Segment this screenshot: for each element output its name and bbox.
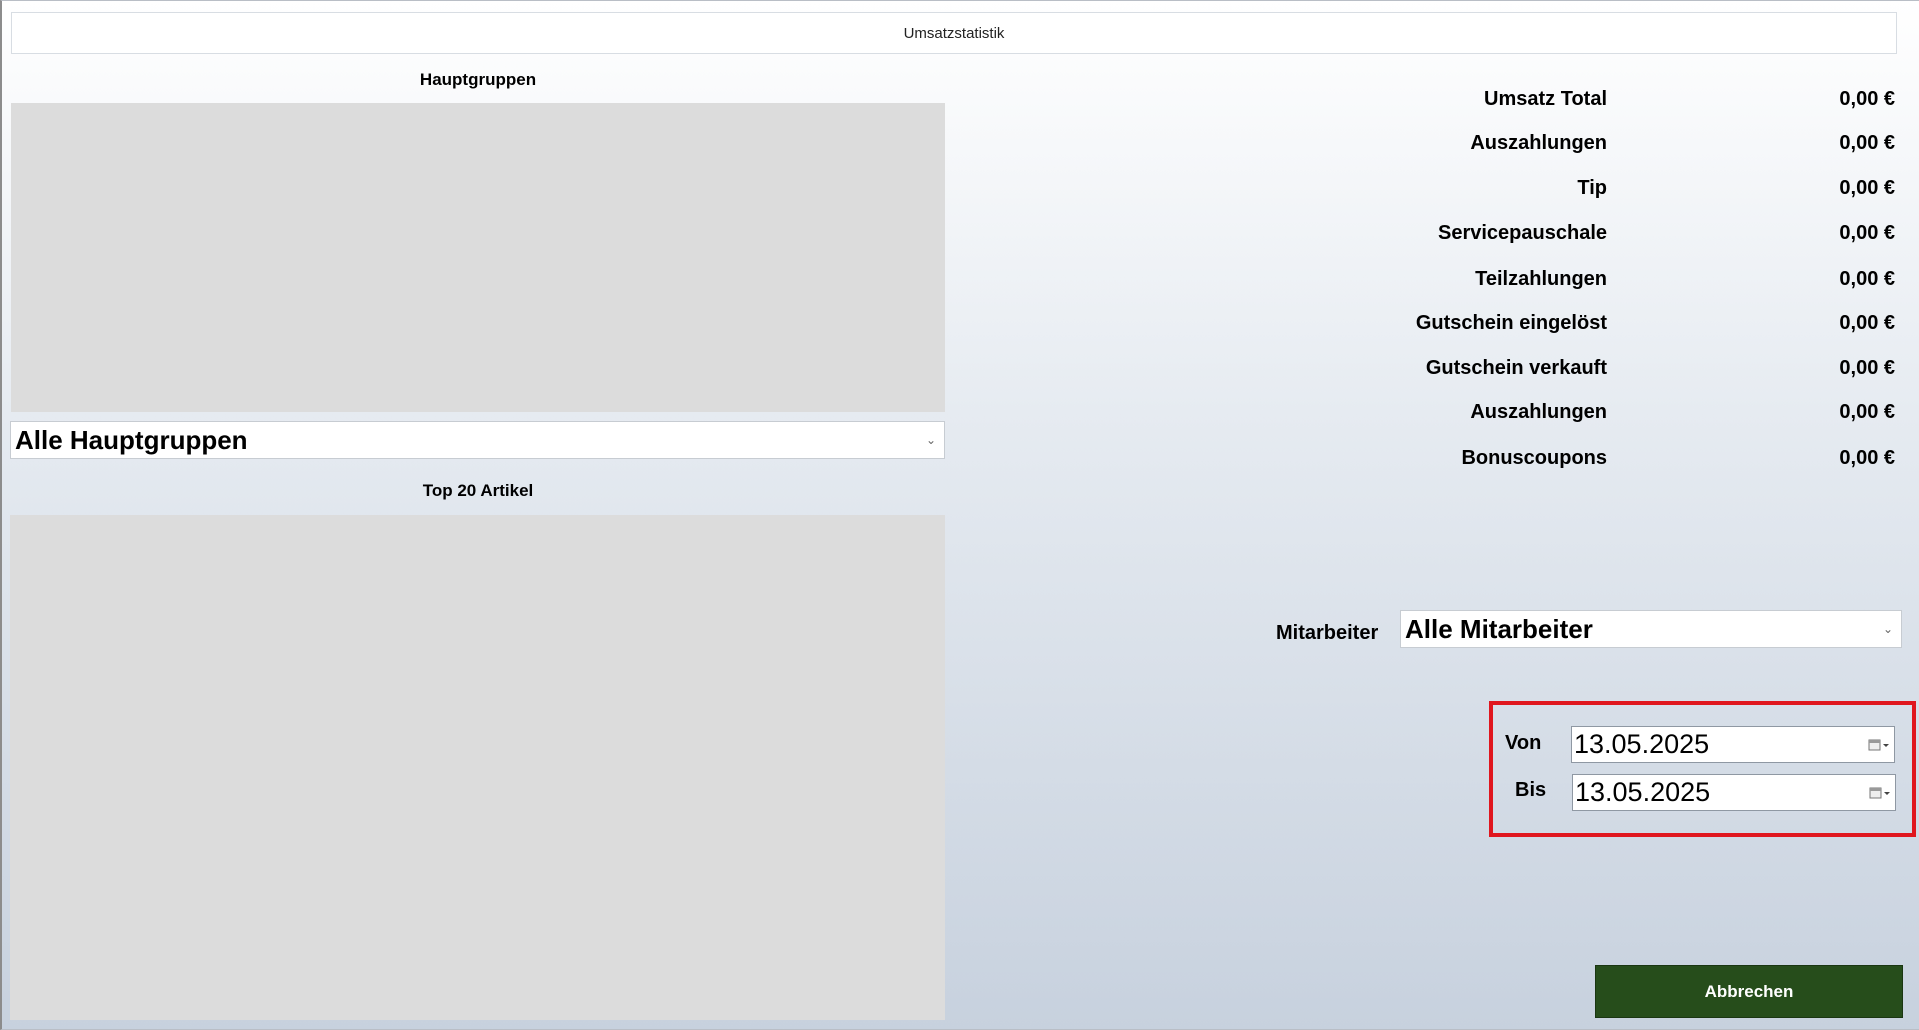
employee-select[interactable]: Alle Mitarbeiter ⌄ xyxy=(1400,610,1902,648)
hauptgruppen-heading: Hauptgruppen xyxy=(419,70,537,89)
hauptgruppen-select-value: Alle Hauptgruppen xyxy=(15,424,248,455)
chevron-down-icon: ⌄ xyxy=(925,433,937,447)
stat-label: Umsatz Total xyxy=(1484,87,1607,110)
stat-value: 0,00 € xyxy=(1839,400,1895,423)
stat-row-gutschein-verkauft: Gutschein verkauft 0,00 € xyxy=(1200,353,1895,383)
stat-value: 0,00 € xyxy=(1839,176,1895,199)
employee-select-value: Alle Mitarbeiter xyxy=(1405,613,1593,644)
stat-label: Servicepauschale xyxy=(1438,221,1607,244)
from-date-label: Von xyxy=(1505,732,1542,754)
top-articles-heading: Top 20 Artikel xyxy=(422,481,534,500)
stat-value: 0,00 € xyxy=(1839,267,1895,290)
stat-row-tip: Tip 0,00 € xyxy=(1200,173,1895,203)
window-title: Umsatzstatistik xyxy=(11,12,1897,54)
stat-value: 0,00 € xyxy=(1839,131,1895,154)
to-date-value: 13.05.2025 xyxy=(1575,777,1711,807)
stat-row-auszahlungen-2: Auszahlungen 0,00 € xyxy=(1200,397,1895,427)
stat-label: Tip xyxy=(1577,176,1607,199)
from-date-value: 13.05.2025 xyxy=(1574,729,1710,759)
stat-value: 0,00 € xyxy=(1839,87,1895,110)
stat-row-gutschein-eingeloest: Gutschein eingelöst 0,00 € xyxy=(1200,308,1895,338)
hauptgruppen-select[interactable]: Alle Hauptgruppen ⌄ xyxy=(10,421,945,459)
employee-label: Mitarbeiter xyxy=(1276,622,1379,644)
to-date-picker[interactable]: 13.05.2025 xyxy=(1572,774,1896,811)
stat-label: Gutschein eingelöst xyxy=(1415,311,1607,334)
stat-value: 0,00 € xyxy=(1839,446,1895,469)
stat-row-umsatz-total: Umsatz Total 0,00 € xyxy=(1200,84,1895,114)
stat-value: 0,00 € xyxy=(1839,311,1895,334)
stat-label: Gutschein verkauft xyxy=(1425,356,1607,379)
stat-label: Bonuscoupons xyxy=(1461,446,1607,469)
from-date-picker[interactable]: 13.05.2025 xyxy=(1571,726,1895,763)
stat-value: 0,00 € xyxy=(1839,356,1895,379)
hauptgruppen-chart xyxy=(11,103,945,412)
stat-label: Auszahlungen xyxy=(1470,131,1607,154)
stat-row-bonuscoupons: Bonuscoupons 0,00 € xyxy=(1200,443,1895,473)
top-articles-chart xyxy=(10,515,945,1020)
calendar-icon[interactable] xyxy=(1868,736,1890,754)
stat-label: Teilzahlungen xyxy=(1475,267,1607,290)
cancel-button[interactable]: Abbrechen xyxy=(1595,965,1903,1018)
stat-label: Auszahlungen xyxy=(1470,400,1607,423)
to-date-label: Bis xyxy=(1515,779,1547,801)
stat-row-teilzahlungen: Teilzahlungen 0,00 € xyxy=(1200,264,1895,294)
calendar-icon[interactable] xyxy=(1869,784,1891,802)
stat-row-auszahlungen: Auszahlungen 0,00 € xyxy=(1200,128,1895,158)
stat-value: 0,00 € xyxy=(1839,221,1895,244)
chevron-down-icon: ⌄ xyxy=(1882,622,1894,636)
stat-row-servicepauschale: Servicepauschale 0,00 € xyxy=(1200,218,1895,248)
date-range-highlight xyxy=(1489,701,1916,837)
